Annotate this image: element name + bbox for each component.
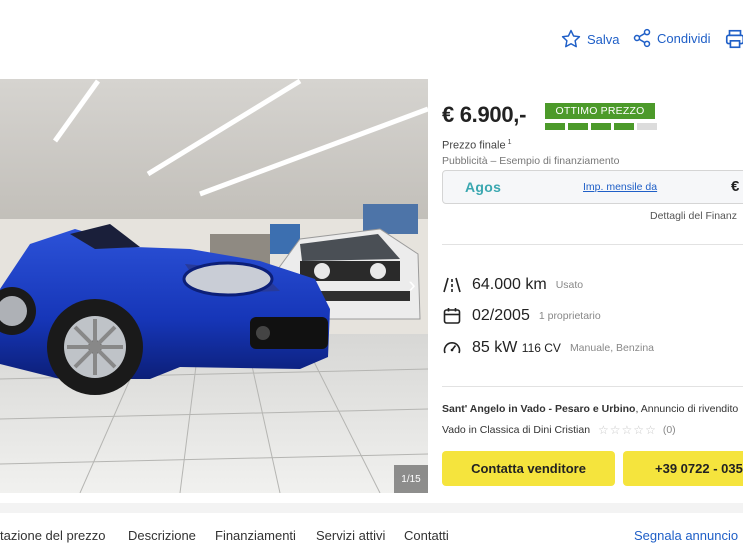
report-ad-link[interactable]: Segnala annuncio — [634, 528, 738, 543]
owners-value: 1 proprietario — [538, 310, 601, 322]
seller-ad-type: , Annuncio di rivendito — [635, 403, 739, 415]
car-photo[interactable]: › 1/15 — [0, 79, 428, 493]
price-rating-badge: OTTIMO PREZZO — [545, 103, 655, 119]
spec-registration: 02/2005 1 proprietario — [442, 306, 601, 326]
monthly-payment-currency: € — [731, 178, 740, 195]
price-final-footnote: 1 — [507, 139, 512, 146]
rating-bar-segment — [637, 123, 657, 130]
share-button[interactable]: Condividi — [632, 28, 710, 48]
rating-stars-icon: ☆☆☆☆☆ — [598, 423, 657, 437]
seller-name[interactable]: Vado in Classica di Dini Cristian — [442, 424, 590, 436]
condition-value: Usato — [555, 279, 584, 291]
section-nav: tazione del prezzo Descrizione Finanziam… — [0, 513, 743, 556]
rating-bar-segment — [591, 123, 611, 130]
rating-bar-segment — [545, 123, 565, 130]
rating-bar-segment — [568, 123, 588, 130]
spec-mileage: 64.000 km Usato — [442, 275, 583, 295]
top-action-bar: Salva Condividi — [0, 0, 743, 78]
seller-location: Sant' Angelo in Vado - Pesaro e Urbino, … — [442, 403, 738, 415]
next-photo-chevron-icon[interactable]: › — [402, 272, 422, 298]
calendar-icon — [442, 306, 462, 326]
speedometer-icon — [442, 338, 462, 358]
power-cv: 116 CV — [521, 341, 561, 355]
share-icon — [632, 28, 652, 48]
nav-active-services[interactable]: Servizi attivi — [316, 528, 385, 543]
gear-fuel-value: Manuale, Benzina — [569, 342, 654, 354]
spec-power: 85 kW 116 CV Manuale, Benzina — [442, 338, 654, 358]
price-final-label: Prezzo finale 1 — [442, 139, 512, 152]
power-value: 85 kW 116 CV — [472, 339, 561, 357]
share-label: Condividi — [657, 30, 711, 46]
nav-price-evaluation[interactable]: tazione del prezzo — [0, 528, 106, 543]
car-photo-image — [0, 79, 428, 493]
contact-seller-button[interactable]: Contatta venditore — [442, 451, 615, 486]
road-icon — [442, 275, 462, 295]
rating-bar-segment — [614, 123, 634, 130]
save-label: Salva — [587, 31, 620, 47]
financing-details-link[interactable]: Dettagli del Finanz — [650, 210, 737, 222]
star-icon — [560, 28, 582, 50]
seller-info: Vado in Classica di Dini Cristian ☆☆☆☆☆ … — [442, 423, 676, 437]
price: € 6.900,- — [442, 102, 527, 127]
monthly-payment-link[interactable]: Imp. mensile da — [583, 181, 657, 193]
divider — [442, 244, 743, 245]
agos-logo: Agos — [465, 179, 502, 195]
printer-icon — [724, 28, 743, 50]
review-count[interactable]: (0) — [663, 424, 676, 436]
divider — [442, 386, 743, 387]
photo-counter: 1/15 — [394, 465, 428, 493]
financing-box[interactable]: Agos Imp. mensile da € — [442, 170, 743, 204]
price-rating-bars — [545, 123, 657, 130]
save-button[interactable]: Salva — [560, 28, 620, 50]
phone-button[interactable]: +39 0722 - 035 — [623, 451, 743, 486]
nav-financing[interactable]: Finanziamenti — [215, 528, 296, 543]
print-button[interactable] — [724, 28, 743, 50]
mileage-value: 64.000 km — [472, 276, 547, 293]
section-separator — [0, 503, 743, 513]
power-kw: 85 kW — [472, 339, 518, 356]
financing-ad-note: Pubblicità – Esempio di finanziamento — [442, 155, 620, 167]
nav-description[interactable]: Descrizione — [128, 528, 196, 543]
registration-value: 02/2005 — [472, 307, 530, 324]
nav-contacts[interactable]: Contatti — [404, 528, 449, 543]
seller-location-name: Sant' Angelo in Vado - Pesaro e Urbino — [442, 403, 636, 415]
